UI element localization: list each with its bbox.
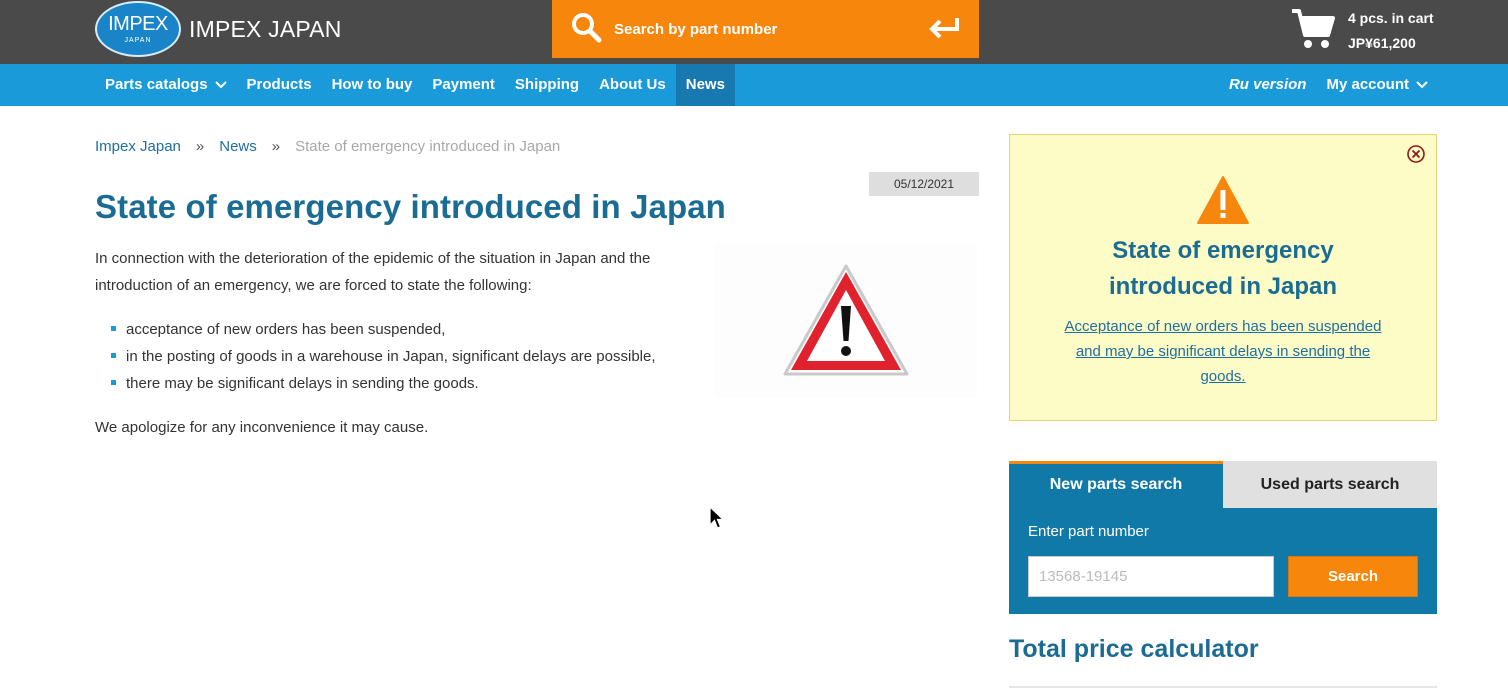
- total-price-calculator-title: Total price calculator: [1009, 635, 1259, 663]
- brand-name: IMPEX JAPAN: [189, 15, 342, 42]
- search-icon: [570, 11, 602, 48]
- divider: [1009, 686, 1437, 688]
- part-number-label: Enter part number: [1028, 523, 1149, 540]
- mouse-cursor-icon: [709, 505, 725, 535]
- article-body: In connection with the deterioration of …: [95, 245, 695, 441]
- warning-sign-image: [715, 243, 977, 398]
- cart-icon: [1290, 7, 1336, 56]
- breadcrumb-news[interactable]: News: [219, 138, 257, 155]
- article-date: 05/12/2021: [869, 172, 979, 196]
- nav-item-products[interactable]: Products: [237, 64, 322, 106]
- top-bar: IMPEX JAPAN IMPEX JAPAN Search by part n…: [0, 0, 1508, 64]
- list-item: in the posting of goods in a warehouse i…: [109, 343, 695, 370]
- logo-emblem-subtext: JAPAN: [124, 37, 152, 44]
- nav-item-label: Parts catalogs: [105, 76, 208, 93]
- search-button[interactable]: Search: [1288, 556, 1418, 597]
- nav-item-about-us[interactable]: About Us: [589, 64, 676, 106]
- alert-link[interactable]: Acceptance of new orders has been suspen…: [1010, 314, 1436, 389]
- ru-version-link[interactable]: Ru version: [1219, 64, 1317, 106]
- cart-total: JP¥61,200: [1348, 35, 1416, 51]
- alert-title: State of emergency introduced in Japan: [1108, 237, 1338, 300]
- warning-triangle-icon: [783, 264, 909, 375]
- breadcrumb: Impex Japan » News » State of emergency …: [95, 138, 560, 155]
- breadcrumb-separator: »: [271, 138, 281, 155]
- list-item: acceptance of new orders has been suspen…: [109, 316, 695, 343]
- cart-count: 4 pcs. in cart: [1348, 10, 1434, 26]
- my-account-menu[interactable]: My account: [1316, 64, 1438, 106]
- parts-search-widget: New parts search Used parts search Enter…: [1009, 461, 1437, 614]
- main-nav: Parts catalogs Products How to buy Payme…: [0, 64, 1508, 106]
- close-icon[interactable]: [1406, 144, 1426, 169]
- article-closing: We apologize for any inconvenience it ma…: [95, 419, 429, 436]
- list-item: there may be significant delays in sendi…: [109, 370, 695, 397]
- part-number-input[interactable]: [1028, 556, 1274, 597]
- my-account-label: My account: [1326, 76, 1409, 93]
- emergency-alert-box: State of emergency introduced in Japan A…: [1009, 134, 1437, 421]
- chevron-down-icon: [214, 64, 227, 106]
- breadcrumb-separator: »: [195, 138, 205, 155]
- nav-item-news[interactable]: News: [675, 64, 735, 106]
- page-title: State of emergency introduced in Japan: [95, 188, 726, 225]
- nav-item-shipping[interactable]: Shipping: [505, 64, 589, 106]
- breadcrumb-current: State of emergency introduced in Japan: [295, 138, 561, 155]
- enter-arrow-icon[interactable]: [927, 14, 961, 47]
- site-logo[interactable]: IMPEX JAPAN IMPEX JAPAN: [95, 0, 342, 58]
- logo-emblem: IMPEX JAPAN: [95, 1, 181, 57]
- breadcrumb-home[interactable]: Impex Japan: [95, 138, 181, 155]
- header-search-bar[interactable]: Search by part number: [552, 0, 979, 58]
- chevron-down-icon: [1416, 64, 1428, 106]
- article-intro: In connection with the deterioration of …: [95, 250, 651, 294]
- tab-used-parts-search[interactable]: Used parts search: [1223, 461, 1437, 508]
- nav-item-parts-catalogs[interactable]: Parts catalogs: [95, 64, 237, 106]
- article-bullet-list: acceptance of new orders has been suspen…: [109, 316, 695, 397]
- header-search-input[interactable]: Search by part number: [614, 21, 777, 38]
- logo-emblem-text: IMPEX: [108, 13, 168, 35]
- nav-item-how-to-buy[interactable]: How to buy: [322, 64, 423, 106]
- nav-item-payment[interactable]: Payment: [422, 64, 505, 106]
- cart-widget[interactable]: 4 pcs. in cart JP¥61,200: [1290, 6, 1434, 56]
- warning-triangle-icon: [1010, 175, 1436, 230]
- tab-new-parts-search[interactable]: New parts search: [1009, 461, 1223, 508]
